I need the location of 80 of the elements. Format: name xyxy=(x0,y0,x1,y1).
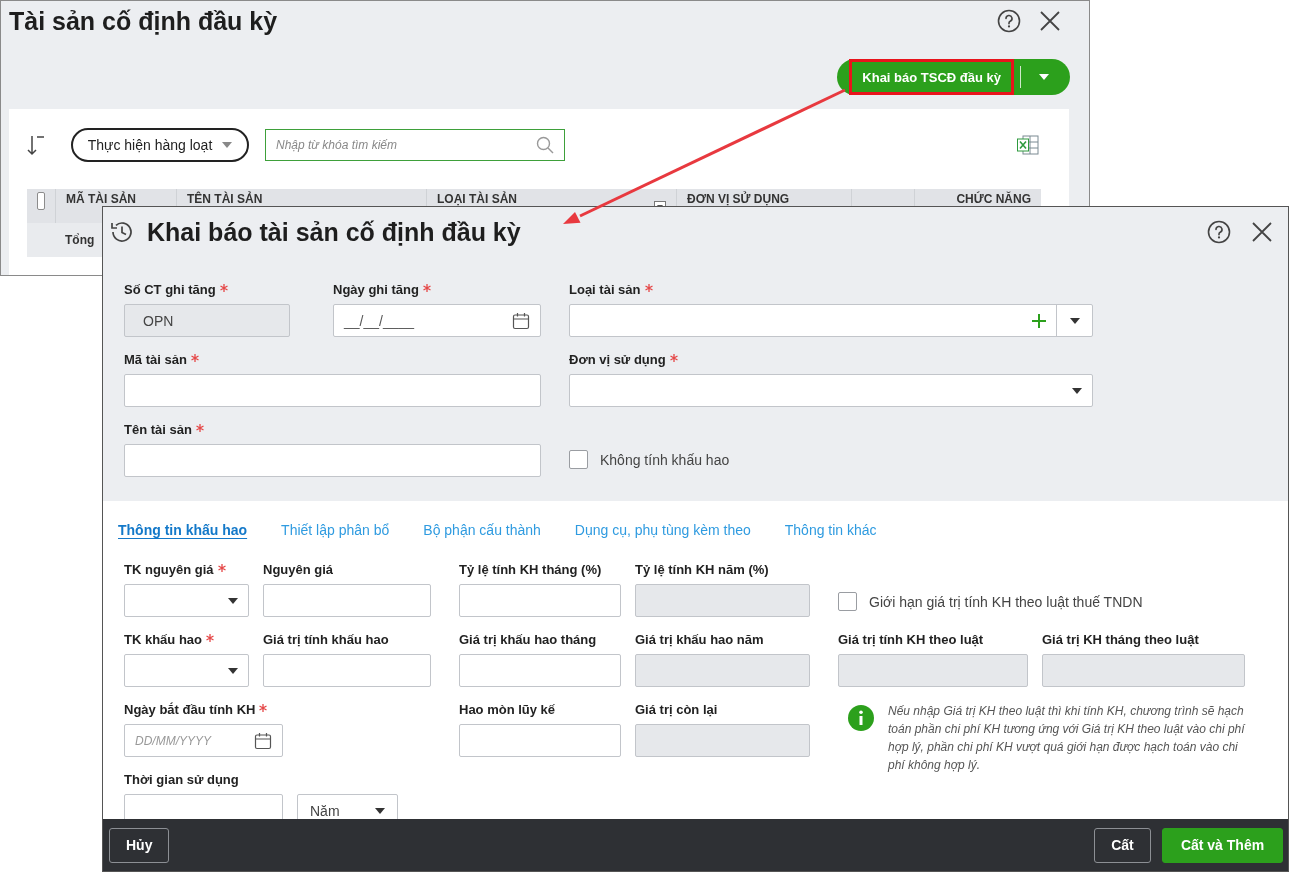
tab[interactable]: Thông tin khác xyxy=(784,522,877,538)
search-field[interactable]: Nhập từ khóa tìm kiếm xyxy=(265,129,565,161)
field-label: Nguyên giá xyxy=(263,562,334,577)
cancel-button[interactable]: Hủy xyxy=(109,827,170,863)
info-icon xyxy=(848,705,874,731)
field-label: Đơn vị sử dụng xyxy=(569,352,666,367)
input-field[interactable] xyxy=(124,374,541,407)
input-field[interactable] xyxy=(459,654,621,687)
sort-icon xyxy=(27,134,45,156)
field-label: Giá trị khấu hao năm xyxy=(635,632,764,647)
add-asset-button[interactable]: Khai báo TSCĐ đầu kỳ xyxy=(849,59,1014,95)
field-label: TK nguyên giá xyxy=(124,562,214,577)
tab[interactable]: Thiết lập phân bổ xyxy=(281,522,390,538)
calendar-icon xyxy=(254,731,272,750)
field-label: Loại tài sản xyxy=(569,282,641,297)
checkbox-label: Giới hạn giá trị tính KH theo luật thuế TNDN xyxy=(869,593,1143,610)
caret-icon xyxy=(1072,387,1082,394)
date-field[interactable]: __/__/____ xyxy=(333,304,541,337)
unit-dropdown[interactable]: Năm xyxy=(297,794,398,819)
tab[interactable]: Bộ phận cấu thành xyxy=(423,522,541,538)
add-button[interactable] xyxy=(1032,313,1046,328)
field-label: Giá trị khấu hao tháng xyxy=(459,632,597,647)
column-header: ĐƠN VỊ SỬ DỤNG xyxy=(687,192,791,206)
dropdown-field[interactable] xyxy=(124,654,249,687)
date-field[interactable]: DD/MM/YYYY xyxy=(124,724,283,757)
spreadsheet-icon xyxy=(1017,135,1039,155)
caret-icon xyxy=(222,142,233,148)
column-header: LOẠI TÀI SẢN xyxy=(437,192,518,206)
tab[interactable]: Thông tin khấu hao xyxy=(118,522,248,538)
field-label: Thời gian sử dụng xyxy=(124,772,239,787)
field-label: TK khấu hao xyxy=(124,632,202,647)
dropdown-field[interactable] xyxy=(569,374,1093,407)
field-label: Ngày ghi tăng xyxy=(333,282,419,297)
help-icon xyxy=(1207,220,1231,244)
save-button[interactable]: Cất xyxy=(1094,827,1151,863)
checkbox[interactable] xyxy=(569,450,588,469)
caret-icon xyxy=(375,807,385,814)
checkbox-label: Không tính khấu hao xyxy=(600,451,730,468)
caret-icon xyxy=(1038,74,1049,80)
field-label: Tỷ lệ tính KH năm (%) xyxy=(635,562,769,577)
plus-icon xyxy=(1032,313,1046,328)
field-label: Ngày bắt đầu tính KH xyxy=(124,702,256,717)
window-title: Tài sản cố định đầu kỳ xyxy=(9,6,279,36)
input-field[interactable] xyxy=(124,794,283,819)
input-field[interactable] xyxy=(263,584,431,617)
dropdown-field[interactable] xyxy=(124,584,249,617)
tab[interactable]: Dụng cụ, phụ tùng kèm theo xyxy=(574,522,751,538)
history-icon xyxy=(109,219,135,245)
close-icon xyxy=(1251,221,1273,243)
field-label: Giá trị KH tháng theo luật xyxy=(1042,632,1199,647)
field-label: Giá trị tính KH theo luật xyxy=(838,632,984,647)
combo-field[interactable] xyxy=(569,304,1093,337)
field-label: Giá trị còn lại xyxy=(635,702,718,717)
caret-icon xyxy=(228,667,238,674)
column-header: CHỨC NĂNG xyxy=(955,192,1031,206)
caret-icon xyxy=(228,597,238,604)
field-label: Giá trị tính khấu hao xyxy=(263,632,389,647)
help-icon xyxy=(997,9,1021,33)
caret-icon xyxy=(1069,317,1080,324)
save-and-add-button[interactable]: Cất và Thêm xyxy=(1162,827,1283,863)
column-header: MÃ TÀI SẢN xyxy=(66,192,137,206)
search-icon xyxy=(536,136,554,154)
input-field[interactable] xyxy=(459,584,621,617)
bulk-action-button[interactable]: Thực hiện hàng loạt xyxy=(71,128,249,162)
calendar-icon xyxy=(512,311,530,330)
info-note: Nếu nhập Giá trị KH theo luật thì khi tính KH, chương trình sẽ hạch toán phần chi phí KH tương ứng với Giá trị KH theo luật vào chi phí hợp lý, phần chi phí KH vượt quá giới hạn được hạch toán vào chi phí không hợp lý. xyxy=(888,703,1245,774)
checkbox[interactable] xyxy=(37,192,45,210)
column-header: TÊN TÀI SẢN xyxy=(187,192,264,206)
field-label: Mã tài sản xyxy=(124,352,187,367)
input-field[interactable] xyxy=(459,724,621,757)
field-label: Tên tài sản xyxy=(124,422,192,437)
checkbox[interactable] xyxy=(838,592,857,611)
table-cell-text: Tổng xyxy=(64,233,95,247)
close-icon xyxy=(1039,10,1061,32)
field-label: Tỷ lệ tính KH tháng (%) xyxy=(459,562,602,577)
field-label: Số CT ghi tăng xyxy=(124,282,216,297)
field-label: Hao mòn lũy kế xyxy=(459,702,556,717)
dialog-title: Khai báo tài sản cố định đầu kỳ xyxy=(147,217,522,247)
input-field[interactable] xyxy=(124,444,541,477)
input-field[interactable] xyxy=(263,654,431,687)
